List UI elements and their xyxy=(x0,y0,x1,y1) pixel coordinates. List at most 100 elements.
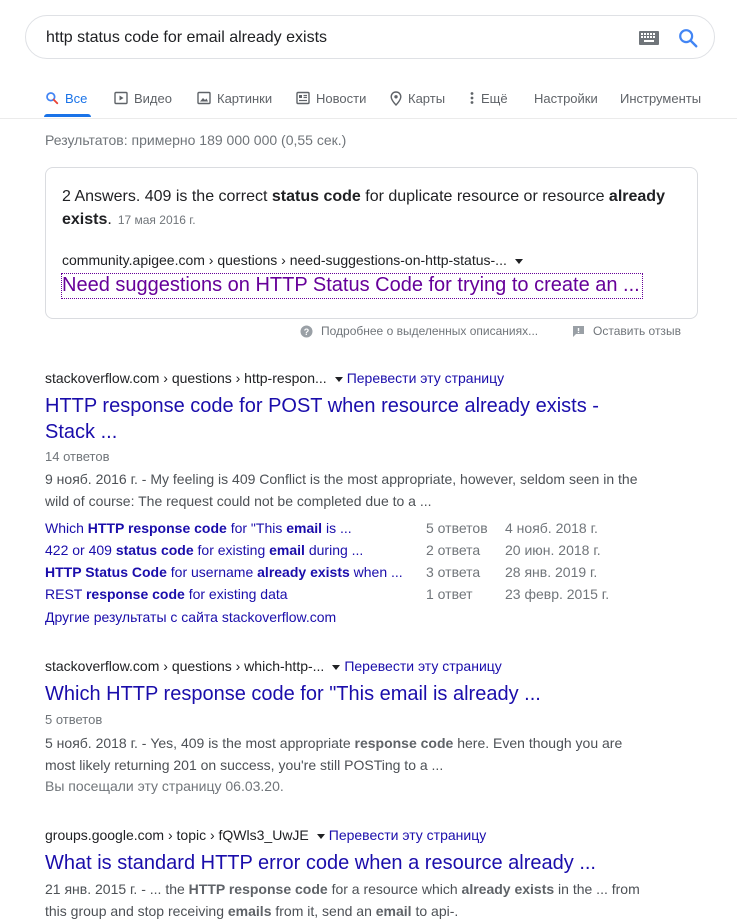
sub-result-date: 28 янв. 2019 г. xyxy=(505,564,598,580)
more-vert-icon xyxy=(470,92,474,104)
snippet-text-part: 2 Answers. 409 is the correct xyxy=(62,188,272,205)
visited-note: Вы посещали эту страницу 06.03.20. xyxy=(45,778,284,794)
sub-result-link[interactable]: 422 or 409 status code for existing emai… xyxy=(45,542,363,558)
link-part-bold: HTTP response code xyxy=(87,520,227,536)
snippet-about-link[interactable]: ? Подробнее о выделенных описаниях... xyxy=(300,324,538,338)
tab-maps[interactable]: Карты xyxy=(390,86,445,110)
link-part-bold: status code xyxy=(115,542,194,558)
search-icon xyxy=(46,92,59,105)
snippet-date: 17 мая 2016 г. xyxy=(117,213,196,227)
svg-text:?: ? xyxy=(304,327,310,337)
image-icon xyxy=(197,91,211,105)
translate-link[interactable]: Перевести эту страницу xyxy=(329,827,486,843)
tab-label: Инструменты xyxy=(620,90,702,106)
tab-news[interactable]: Новости xyxy=(296,86,366,110)
result-cite[interactable]: stackoverflow.com › questions › http-res… xyxy=(45,370,504,386)
snippet-text: 2 Answers. 409 is the correct status cod… xyxy=(62,185,682,232)
sub-result-row: REST response code for existing data 1 о… xyxy=(45,586,665,608)
answer-count: 5 ответов xyxy=(426,520,488,536)
answer-count: 3 ответа xyxy=(426,564,481,580)
link-part: 422 or 409 xyxy=(45,542,116,558)
cite-text: stackoverflow.com › questions › which-ht… xyxy=(45,658,325,674)
result-title-link[interactable]: Which HTTP response code for "This email… xyxy=(45,681,665,707)
caret-down-icon[interactable] xyxy=(514,258,523,264)
snippet-title-link[interactable]: Need suggestions on HTTP Status Code for… xyxy=(61,273,643,299)
link-part: for username xyxy=(166,564,258,580)
cite-text: stackoverflow.com › questions › http-res… xyxy=(45,370,327,386)
result-meta: 14 ответов xyxy=(45,449,110,464)
map-pin-icon xyxy=(390,90,402,106)
desc-part: for a resource which xyxy=(327,881,462,897)
link-part: when ... xyxy=(349,564,403,580)
sub-result-link[interactable]: Which HTTP response code for "This email… xyxy=(45,520,352,536)
news-icon xyxy=(296,91,310,105)
snippet-about-text: Подробнее о выделенных описаниях... xyxy=(321,324,539,338)
search-box[interactable] xyxy=(25,15,715,59)
result-stats: Результатов: примерно 189 000 000 (0,55 … xyxy=(45,132,347,148)
sub-result-row: HTTP Status Code for username already ex… xyxy=(45,564,665,586)
answer-count: 1 ответ xyxy=(426,586,473,602)
link-part-bold: email xyxy=(286,520,323,536)
search-icon[interactable] xyxy=(677,27,699,49)
link-part-bold: email xyxy=(269,542,305,558)
tab-settings[interactable]: Настройки xyxy=(534,86,598,110)
caret-down-icon[interactable] xyxy=(332,664,341,670)
result-description: 5 нояб. 2018 г. - Yes, 409 is the most a… xyxy=(45,732,655,776)
desc-part: 5 нояб. 2018 г. - Yes, 409 is the most a… xyxy=(45,735,355,751)
tab-video[interactable]: Видео xyxy=(114,86,172,110)
tab-label: Картинки xyxy=(217,90,273,106)
desc-part: 21 янв. 2015 г. - ... the xyxy=(45,881,189,897)
sub-result-date: 20 июн. 2018 г. xyxy=(505,542,601,558)
sub-result-date: 23 февр. 2015 г. xyxy=(505,586,610,602)
sub-result-row: Which HTTP response code for "This email… xyxy=(45,520,665,542)
more-results-link[interactable]: Другие результаты с сайта stackoverflow.… xyxy=(45,609,336,625)
tab-label: Видео xyxy=(134,90,172,106)
tab-label: Новости xyxy=(316,90,367,106)
link-part: REST xyxy=(45,586,86,602)
tab-more[interactable]: Ещё xyxy=(470,86,508,110)
result-cite[interactable]: stackoverflow.com › questions › which-ht… xyxy=(45,658,502,674)
sub-result-date: 4 нояб. 2018 г. xyxy=(505,520,598,536)
translate-link[interactable]: Перевести эту страницу xyxy=(344,658,501,674)
desc-part-bold: HTTP response code xyxy=(188,881,328,897)
link-part-bold: HTTP Status Code xyxy=(45,564,167,580)
desc-part-bold: response code xyxy=(354,735,454,751)
link-part: Which xyxy=(45,520,88,536)
featured-snippet: 2 Answers. 409 is the correct status cod… xyxy=(45,167,698,319)
link-part: during ... xyxy=(304,542,364,558)
link-part: for existing data xyxy=(184,586,288,602)
search-input[interactable] xyxy=(46,28,606,48)
tab-label: Все xyxy=(65,90,88,106)
link-part: is ... xyxy=(322,520,352,536)
result-title-link[interactable]: HTTP response code for POST when resourc… xyxy=(45,393,625,445)
sub-result-link[interactable]: REST response code for existing data xyxy=(45,586,288,602)
tab-label: Настройки xyxy=(534,90,598,106)
tab-tools[interactable]: Инструменты xyxy=(620,86,701,110)
tab-label: Карты xyxy=(408,90,446,106)
keyboard-icon[interactable] xyxy=(639,31,659,45)
snippet-text-bold: status code xyxy=(271,188,361,205)
result-description: 9 нояб. 2016 г. - My feeling is 409 Conf… xyxy=(45,471,638,509)
answer-count: 2 ответа xyxy=(426,542,481,558)
cite-text: groups.google.com › topic › fQWls3_UwJE xyxy=(45,827,309,843)
result-description: 21 янв. 2015 г. - ... the HTTP response … xyxy=(45,878,645,922)
snippet-feedback-link[interactable]: Оставить отзыв xyxy=(572,324,681,338)
help-icon: ? xyxy=(300,325,313,337)
result-title-link[interactable]: What is standard HTTP error code when a … xyxy=(45,850,665,876)
caret-down-icon[interactable] xyxy=(334,376,343,382)
active-tab-indicator xyxy=(44,114,91,117)
play-icon xyxy=(114,91,128,105)
translate-link[interactable]: Перевести эту страницу xyxy=(347,370,504,386)
snippet-cite[interactable]: community.apigee.com › questions › need-… xyxy=(62,252,523,268)
search-tabs: Все Видео Картинки Новости Карты Ещё Нас… xyxy=(0,80,737,119)
caret-down-icon[interactable] xyxy=(316,833,325,839)
link-part: for "This xyxy=(226,520,287,536)
result-meta: 5 ответов xyxy=(45,712,103,727)
feedback-icon xyxy=(573,325,584,337)
tab-all[interactable]: Все xyxy=(45,86,87,110)
snippet-cite-text: community.apigee.com › questions › need-… xyxy=(62,252,507,268)
tab-images[interactable]: Картинки xyxy=(197,86,272,110)
sub-result-link[interactable]: HTTP Status Code for username already ex… xyxy=(45,564,403,580)
tab-label: Ещё xyxy=(481,90,508,106)
result-cite[interactable]: groups.google.com › topic › fQWls3_UwJE П… xyxy=(45,827,486,843)
